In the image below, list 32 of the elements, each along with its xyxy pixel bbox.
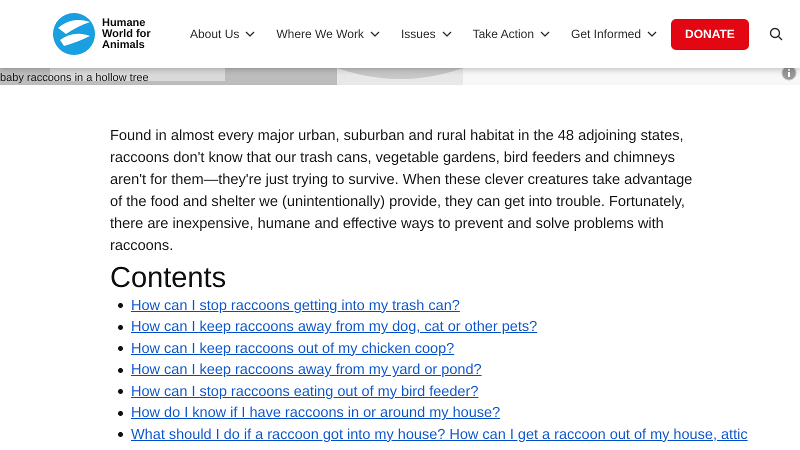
bullet-icon (118, 432, 123, 438)
image-caption: baby raccoons in a hollow tree (0, 72, 149, 84)
nav-menu-item[interactable]: Take Action (472, 27, 550, 41)
contents-link[interactable]: What should I do if a raccoon got into my house? How can I get a raccoon out of my house, attic (131, 426, 748, 443)
chevron-down-icon (370, 31, 380, 37)
contents-link[interactable]: How can I keep raccoons away from my dog, cat or other pets? (131, 319, 538, 336)
contents-link[interactable]: How can I keep raccoons out of my chicken coop? (131, 340, 454, 357)
contents-link[interactable]: How do I know if I have raccoons in or around my house? (131, 405, 500, 422)
logo-text[interactable]: Humane World for Animals (102, 18, 160, 50)
bullet-icon (118, 389, 123, 394)
intro-paragraph: Found in almost every major urban, suburban and rural habitat in the 48 adjoining states, raccoons don't know that our trash cans, vegetable gardens, bird feeders and chimneys aren't for them—they're just trying to survive. When these clever creatures take advantage of the food and shelter we (unintentionally) provide, they can get into trouble. Fortunately, there are inexpensive, humane and effective ways to prevent and solve problems with raccoons. (110, 127, 694, 256)
info-icon[interactable] (781, 68, 797, 81)
contents-link[interactable]: How can I keep raccoons away from my yard or pond? (131, 362, 482, 378)
nav-menu-item[interactable]: About Us (190, 27, 256, 41)
bullet-icon (118, 346, 123, 352)
chevron-down-icon (442, 31, 452, 37)
chevron-down-icon (245, 31, 256, 37)
donate-button[interactable]: DONATE (671, 18, 749, 50)
contents-link[interactable]: How can I stop raccoons getting into my trash can? (131, 298, 460, 314)
contents-link[interactable]: How can I stop raccoons eating out of my bird feeder? (131, 384, 478, 400)
nav-menu-item[interactable]: Where We Work (276, 27, 380, 41)
chevron-down-icon (540, 31, 550, 37)
bullet-icon (118, 324, 123, 330)
bullet-icon (118, 303, 123, 308)
bullet-icon (118, 368, 123, 373)
search-icon[interactable] (768, 27, 783, 41)
logo-icon[interactable] (52, 12, 96, 56)
contents-heading: Contents (110, 261, 228, 295)
chevron-down-icon (647, 31, 658, 37)
nav-menu-item[interactable]: Issues (400, 27, 452, 41)
bullet-icon (118, 410, 123, 416)
nav-menu-item[interactable]: Get Informed (571, 27, 658, 41)
